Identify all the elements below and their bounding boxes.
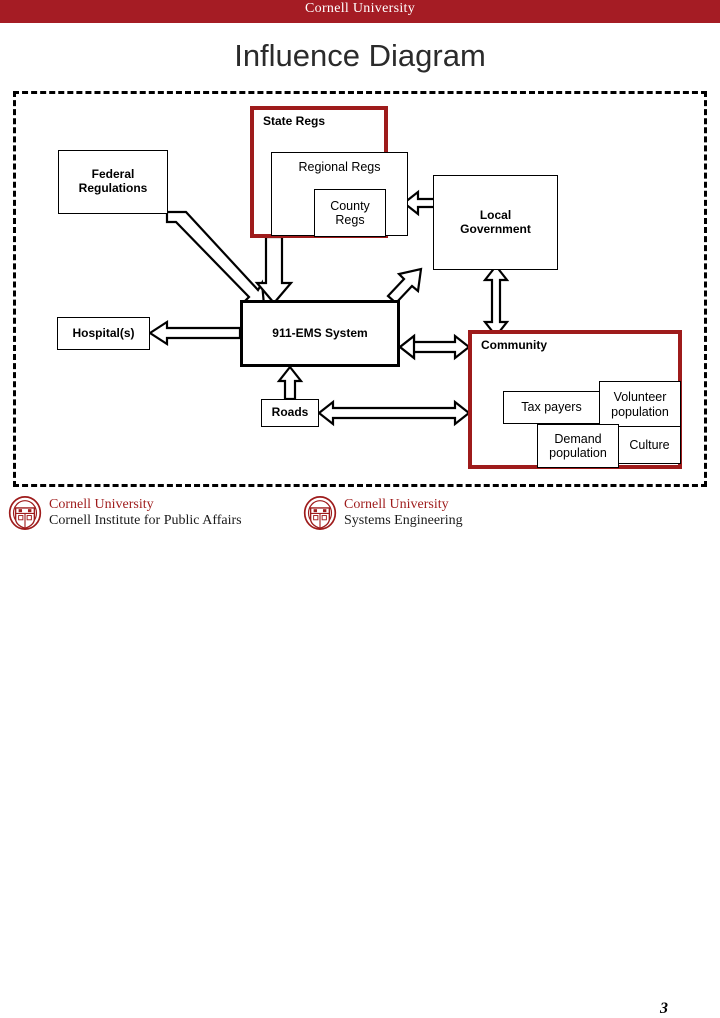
influence-diagram: Federal Regulations State Regs Regional … bbox=[0, 0, 720, 495]
tax-payers-label: Tax payers bbox=[521, 400, 582, 415]
node-roads[interactable]: Roads bbox=[261, 399, 319, 427]
county-regs-line-1: County bbox=[330, 198, 370, 213]
logo-cipa-text: Cornell University Cornell Institute for… bbox=[49, 497, 242, 528]
county-regs-label: County Regs bbox=[330, 199, 370, 228]
demand-population-label: Demand population bbox=[549, 432, 607, 461]
state-regs-label: State Regs bbox=[263, 114, 326, 128]
edge-roads-to-ems bbox=[276, 365, 304, 401]
node-federal-regulations-label: Federal Regulations bbox=[78, 167, 148, 196]
ems-system-label: 911-EMS System bbox=[272, 325, 368, 340]
node-volunteer-population[interactable]: Volunteer population bbox=[599, 381, 681, 428]
federal-regulations-line-1: Federal bbox=[91, 167, 135, 182]
logo-systems-engineering: Cornell University Systems Engineering bbox=[303, 496, 463, 530]
local-government-line-2: Government bbox=[460, 221, 531, 236]
logo-cipa: Cornell University Cornell Institute for… bbox=[8, 496, 242, 530]
edge-localgov-to-community bbox=[482, 264, 510, 338]
cornell-seal-icon bbox=[8, 496, 42, 530]
node-tax-payers[interactable]: Tax payers bbox=[503, 391, 600, 424]
edge-roads-to-community bbox=[317, 399, 471, 427]
logo-systems-engineering-text: Cornell University Systems Engineering bbox=[344, 497, 463, 528]
node-culture[interactable]: Culture bbox=[618, 426, 681, 464]
logo-cipa-line-2: Cornell Institute for Public Affairs bbox=[49, 513, 242, 528]
culture-label: Culture bbox=[629, 437, 670, 452]
community-label: Community bbox=[481, 338, 547, 352]
node-federal-regulations[interactable]: Federal Regulations bbox=[58, 150, 168, 214]
node-local-government[interactable]: Local Government bbox=[433, 175, 558, 270]
county-regs-line-2: Regs bbox=[335, 213, 365, 227]
roads-label: Roads bbox=[271, 405, 309, 420]
slide-number: 3 bbox=[660, 1000, 668, 1017]
node-demand-population[interactable]: Demand population bbox=[537, 424, 619, 468]
edge-community-inflow-ems bbox=[398, 333, 416, 361]
regional-regs-label: Regional Regs bbox=[298, 160, 381, 174]
logo-cipa-line-1: Cornell University bbox=[49, 497, 154, 513]
edge-ems-to-hospitals bbox=[147, 319, 242, 347]
volunteer-population-line-1: Volunteer bbox=[613, 390, 667, 405]
logo-se-line-2: Systems Engineering bbox=[344, 513, 463, 528]
volunteer-population-label: Volunteer population bbox=[611, 390, 669, 419]
federal-regulations-line-2: Regulations bbox=[78, 181, 148, 195]
local-government-label: Local Government bbox=[460, 207, 531, 237]
demand-population-line-1: Demand bbox=[554, 431, 602, 446]
node-county-regs[interactable]: County Regs bbox=[314, 189, 386, 237]
demand-population-line-2: population bbox=[549, 446, 607, 460]
logo-se-line-1: Cornell University bbox=[344, 497, 449, 513]
hospitals-label: Hospital(s) bbox=[72, 325, 135, 340]
local-government-line-1: Local bbox=[479, 207, 512, 222]
volunteer-population-line-2: population bbox=[611, 404, 669, 419]
edge-ems-to-localgov bbox=[386, 267, 423, 305]
cornell-seal-icon bbox=[303, 496, 337, 530]
footer: Cornell University Cornell Institute for… bbox=[0, 492, 720, 1017]
node-ems-system[interactable]: 911-EMS System bbox=[240, 300, 400, 367]
node-hospitals[interactable]: Hospital(s) bbox=[57, 317, 150, 350]
